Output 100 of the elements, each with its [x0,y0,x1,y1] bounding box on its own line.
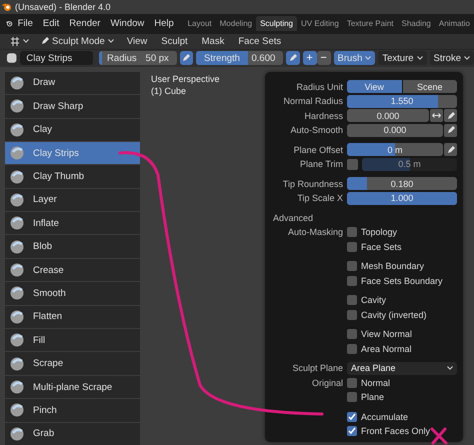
checkbox[interactable] [347,378,357,388]
workspace-tab[interactable]: UV Editing [297,16,343,32]
checkbox[interactable] [347,392,357,402]
tool-item[interactable]: Inflate [5,212,140,234]
checkbox-label: Front Faces Only [361,426,430,436]
tool-item[interactable]: Clay [5,118,140,141]
tool-item[interactable]: Smooth [5,282,140,305]
value-slider[interactable]: 0.000 [347,109,429,122]
radius-slider[interactable]: Radius 50 px [99,51,177,66]
tool-label: Scrape [33,358,64,370]
tool-item[interactable]: Clay Strips [5,142,140,164]
tool-item[interactable]: Scrape [5,352,140,375]
checkbox[interactable] [347,261,357,271]
workspace-tab[interactable]: Shading [398,16,435,32]
tool-item[interactable]: Draw [5,72,140,94]
value-slider[interactable]: 1.000 [347,192,457,204]
window-title: (Unsaved) - Blender 4.0 [15,2,111,12]
tool-item[interactable]: Layer [5,188,140,212]
tool-label: Draw Sharp [33,100,84,112]
tool-item[interactable]: Fill [5,329,140,352]
sphere-icon [10,146,24,160]
workspace-tab[interactable]: Texture Paint [342,16,398,32]
menu-item[interactable]: Mask [196,36,230,47]
brush-preview-icon[interactable] [6,52,18,64]
checkbox[interactable] [347,426,357,436]
value-slider[interactable]: 0 m [347,143,443,156]
pressure-button[interactable] [180,51,194,66]
tool-item[interactable]: Blob [5,235,140,258]
menu-item[interactable]: Edit [38,18,64,30]
tool-label: Grab [33,428,54,440]
tool-item[interactable]: Multi-plane Scrape [5,376,140,398]
menu-item[interactable]: Help [149,18,179,30]
tool-item[interactable]: Flatten [5,306,140,328]
field-label: Normal Radius [282,96,343,106]
workspace-tab[interactable]: Animatio [434,16,474,32]
workspace-tab[interactable]: Modeling [216,16,256,32]
menu-item[interactable]: View [122,36,152,47]
checkbox[interactable] [347,329,357,339]
sphere-icon [10,286,24,300]
tool-label: Flatten [33,311,62,322]
value-slider[interactable]: 0.180 [347,177,457,190]
tool-label: Pinch [33,404,57,416]
mode-dropdown[interactable]: Sculpt Mode [37,34,118,48]
menu-item[interactable]: Sculpt [156,36,193,47]
grid-icon [10,36,20,46]
workspace-tab[interactable]: Sculpting [256,16,298,32]
app-logo-icon[interactable] [6,18,13,30]
checkbox[interactable] [347,310,357,320]
subtract-button[interactable]: − [316,51,331,66]
cross-mark [430,428,448,444]
segment-option[interactable]: Scene [402,80,457,93]
panel-dropdown[interactable]: Stroke [430,51,474,66]
tool-item[interactable]: Clay Thumb [5,165,140,188]
pen-icon [182,54,190,62]
caret-icon [108,39,114,44]
checkbox[interactable] [347,344,357,354]
pressure-button[interactable] [444,143,457,156]
workspace-tab[interactable]: Layout [184,16,216,32]
checkbox-label: Plane [361,392,384,402]
sphere-icon [10,403,24,418]
checkbox-label: Mesh Boundary [361,261,424,271]
sphere-icon [10,122,24,137]
value-slider[interactable]: 0.000 [347,124,443,136]
checkbox[interactable] [347,242,357,252]
dropdown[interactable]: Area Plane [347,362,457,374]
checkbox[interactable] [347,227,357,237]
panel-dropdown[interactable]: Texture [378,51,427,66]
sphere-icon [10,426,24,441]
tool-item[interactable]: Pinch [5,399,140,422]
tool-item[interactable]: Grab [5,422,140,445]
tool-item[interactable]: Draw Sharp [5,95,140,118]
pen-icon [41,37,49,46]
panel-dropdown[interactable]: Brush [334,51,376,66]
caret-icon [365,56,372,60]
checkbox[interactable] [347,276,357,286]
checkbox[interactable] [347,412,357,422]
value-slider[interactable]: 1.550 [347,94,457,108]
field-label: Sculpt Plane [291,363,343,373]
segment-option[interactable]: View [347,80,402,93]
pressure-button[interactable] [286,51,300,66]
pressure-button[interactable] [444,124,457,136]
pressure-button[interactable] [444,109,457,122]
tool-label: Multi-plane Scrape [33,382,112,393]
checkbox[interactable] [347,295,357,305]
tool-label: Layer [33,194,57,206]
tool-item[interactable]: Crease [5,258,140,282]
strength-slider[interactable]: Strength 0.600 [196,51,284,66]
menu-item[interactable]: Face Sets [233,36,286,47]
menu-item[interactable]: File [12,18,38,30]
add-button[interactable]: + [302,51,317,66]
menu-item[interactable]: Window [105,18,150,30]
pen-icon [446,146,454,154]
menu-item[interactable]: Render [64,18,106,30]
brush-name-field[interactable]: Clay Strips [20,51,94,66]
checkbox-label: Cavity [361,295,386,305]
tool-label: Fill [33,334,46,346]
sphere-icon [10,192,24,207]
sphere-icon [10,170,24,184]
sphere-icon [10,333,24,348]
caret-icon [447,366,453,370]
